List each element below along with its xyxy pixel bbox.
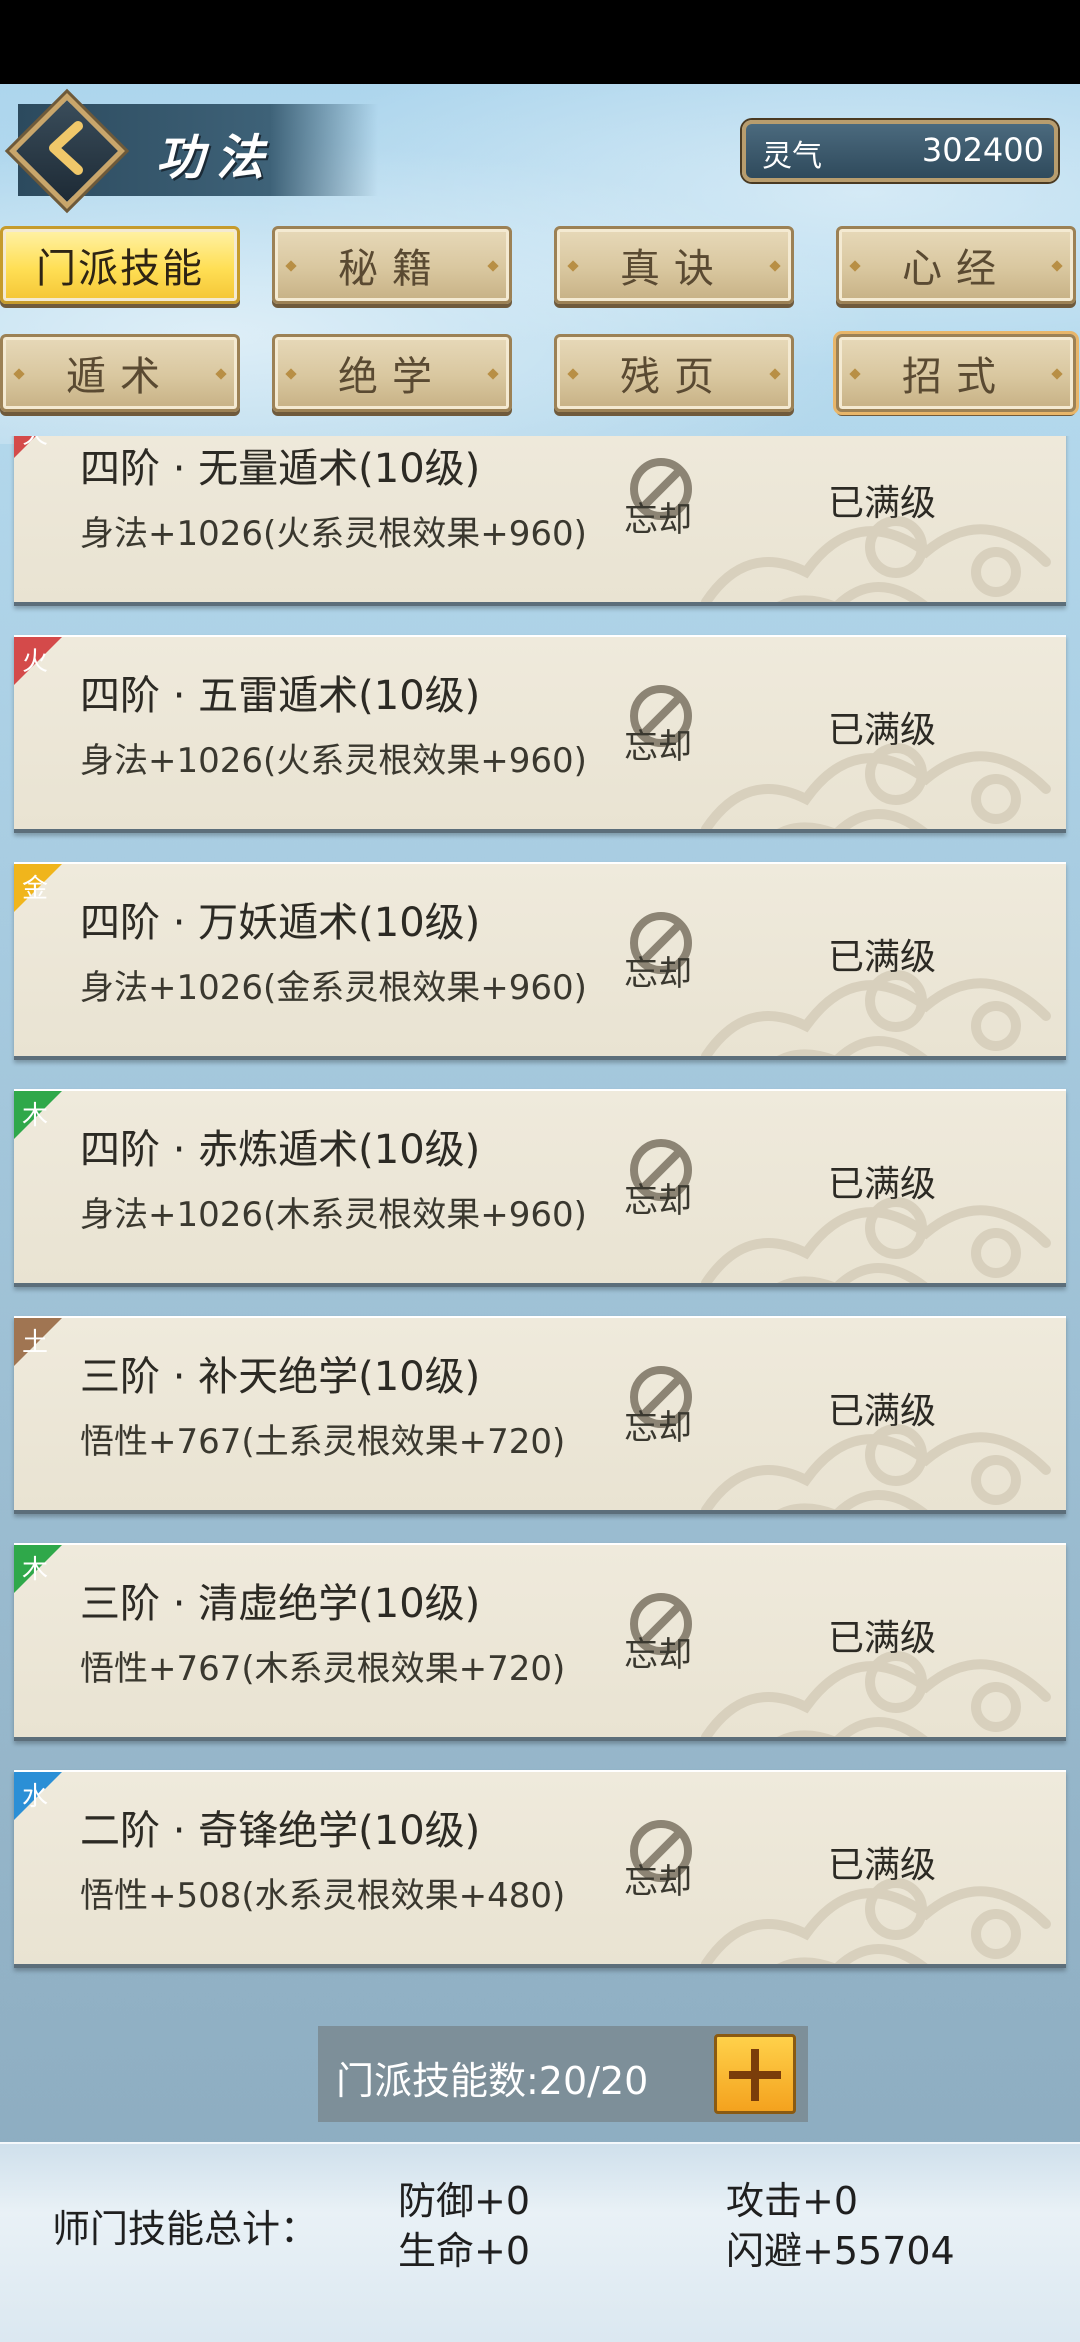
tab-label: 心经 [902, 246, 1010, 292]
add-skill-slot-button[interactable] [714, 2034, 796, 2114]
forget-button[interactable]: 忘却 [618, 1135, 704, 1235]
forget-button[interactable]: 忘却 [618, 681, 704, 781]
tab-ornament [487, 368, 499, 380]
element-label: 土 [22, 1328, 49, 1358]
skill-effect: 悟性+767(木系灵根效果+720) [80, 1649, 566, 1689]
back-button[interactable] [9, 93, 125, 209]
plus-icon [729, 2049, 781, 2101]
currency-value: 302400 [921, 131, 1044, 169]
skill-effect: 悟性+767(土系灵根效果+720) [80, 1422, 566, 1462]
element-label: 水 [22, 1782, 49, 1812]
tab-unique-skill[interactable]: 绝学 [272, 334, 512, 412]
forget-button[interactable]: 忘却 [618, 1816, 704, 1916]
tab-fragment[interactable]: 残页 [554, 334, 794, 412]
forget-button[interactable]: 忘却 [618, 1362, 704, 1462]
tab-label: 门派技能 [36, 246, 204, 292]
forget-button[interactable]: 忘却 [618, 1589, 704, 1689]
skill-name: 二阶 · 奇锋绝学(10级) [80, 1808, 481, 1854]
skill-effect: 身法+1026(金系灵根效果+960) [80, 968, 587, 1008]
tab-ornament [487, 260, 499, 272]
max-level-status: 已满级 [828, 937, 937, 978]
element-label: 木 [22, 1101, 49, 1131]
forget-label: 忘却 [624, 727, 692, 767]
tab-label: 招式 [902, 354, 1010, 400]
tab-escape-art[interactable]: 遁术 [0, 334, 240, 412]
element-label: 火 [22, 436, 48, 451]
skill-card[interactable]: 土 三阶 · 补天绝学(10级) 悟性+767(土系灵根效果+720) 忘却 已… [14, 1316, 1066, 1514]
skill-card[interactable]: 火 四阶 · 五雷遁术(10级) 身法+1026(火系灵根效果+960) 忘却 … [14, 635, 1066, 833]
forget-label: 忘却 [624, 500, 692, 540]
skill-card[interactable]: 木 四阶 · 赤炼遁术(10级) 身法+1026(木系灵根效果+960) 忘却 … [14, 1089, 1066, 1287]
totals-panel: 师门技能总计： 防御+0 攻击+0 生命+0 闪避+55704 [0, 2142, 1080, 2342]
skill-name: 四阶 · 五雷遁术(10级) [80, 673, 481, 719]
tab-ornament [769, 368, 781, 380]
chevron-left-icon [49, 121, 83, 175]
skill-name: 三阶 · 补天绝学(10级) [80, 1354, 481, 1400]
currency-display: 灵气 302400 [742, 120, 1058, 182]
skill-effect: 身法+1026(火系灵根效果+960) [80, 741, 587, 781]
tab-moves[interactable]: 招式 [836, 334, 1076, 412]
forget-label: 忘却 [624, 1181, 692, 1221]
tab-ornament [849, 260, 861, 272]
max-level-status: 已满级 [828, 1618, 937, 1659]
forget-label: 忘却 [624, 1635, 692, 1675]
tab-ornament [285, 368, 297, 380]
skill-card[interactable]: 火 四阶 · 无量遁术(10级) 身法+1026(火系灵根效果+960) 忘却 … [14, 436, 1066, 606]
forget-button[interactable]: 忘却 [618, 908, 704, 1008]
skill-name: 四阶 · 万妖遁术(10级) [80, 900, 481, 946]
skill-effect: 悟性+508(水系灵根效果+480) [80, 1876, 566, 1916]
tab-true-formula[interactable]: 真诀 [554, 226, 794, 304]
total-defense: 防御+0 [398, 2179, 531, 2223]
forget-label: 忘却 [624, 1862, 692, 1902]
status-bar [0, 0, 1080, 84]
tab-ornament [1051, 260, 1063, 272]
tab-ornament [215, 368, 227, 380]
total-attack: 攻击+0 [726, 2179, 859, 2223]
skill-count-text: 门派技能数:20/20 [336, 2059, 649, 2103]
skill-card[interactable]: 木 三阶 · 清虚绝学(10级) 悟性+767(木系灵根效果+720) 忘却 已… [14, 1543, 1066, 1741]
tab-ornament [567, 368, 579, 380]
skill-name: 四阶 · 无量遁术(10级) [80, 446, 481, 492]
tab-sect-skills[interactable]: 门派技能 [0, 226, 240, 304]
tab-label: 绝学 [338, 354, 446, 400]
page-title: 功法 [156, 130, 277, 186]
tab-label: 真诀 [620, 246, 728, 292]
max-level-status: 已满级 [828, 710, 937, 751]
skill-effect: 身法+1026(火系灵根效果+960) [80, 514, 587, 554]
tab-secret-manual[interactable]: 秘籍 [272, 226, 512, 304]
max-level-status: 已满级 [828, 483, 937, 524]
tab-ornament [769, 260, 781, 272]
tab-heart-sutra[interactable]: 心经 [836, 226, 1076, 304]
max-level-status: 已满级 [828, 1845, 937, 1886]
tab-ornament [849, 368, 861, 380]
tab-ornament [285, 260, 297, 272]
element-label: 木 [22, 1555, 49, 1585]
forget-label: 忘却 [624, 1408, 692, 1448]
currency-label: 灵气 [762, 139, 822, 174]
element-label: 火 [22, 647, 49, 677]
skill-list[interactable]: 火 四阶 · 无量遁术(10级) 身法+1026(火系灵根效果+960) 忘却 … [0, 436, 1080, 2010]
totals-label: 师门技能总计： [52, 2207, 319, 2251]
tab-ornament [1051, 368, 1063, 380]
tab-label: 遁术 [66, 354, 174, 400]
max-level-status: 已满级 [828, 1164, 937, 1205]
total-hp: 生命+0 [398, 2229, 531, 2273]
forget-label: 忘却 [624, 954, 692, 994]
skill-card[interactable]: 金 四阶 · 万妖遁术(10级) 身法+1026(金系灵根效果+960) 忘却 … [14, 862, 1066, 1060]
element-label: 金 [22, 874, 49, 904]
forget-button[interactable]: 忘却 [618, 454, 704, 554]
tab-ornament [567, 260, 579, 272]
tab-label: 残页 [620, 354, 728, 400]
total-dodge: 闪避+55704 [726, 2229, 955, 2273]
skill-name: 三阶 · 清虚绝学(10级) [80, 1581, 481, 1627]
max-level-status: 已满级 [828, 1391, 937, 1432]
tab-ornament [13, 368, 25, 380]
skill-effect: 身法+1026(木系灵根效果+960) [80, 1195, 587, 1235]
skill-card[interactable]: 水 二阶 · 奇锋绝学(10级) 悟性+508(水系灵根效果+480) 忘却 已… [14, 1770, 1066, 1968]
skill-name: 四阶 · 赤炼遁术(10级) [80, 1127, 481, 1173]
tab-label: 秘籍 [338, 246, 446, 292]
